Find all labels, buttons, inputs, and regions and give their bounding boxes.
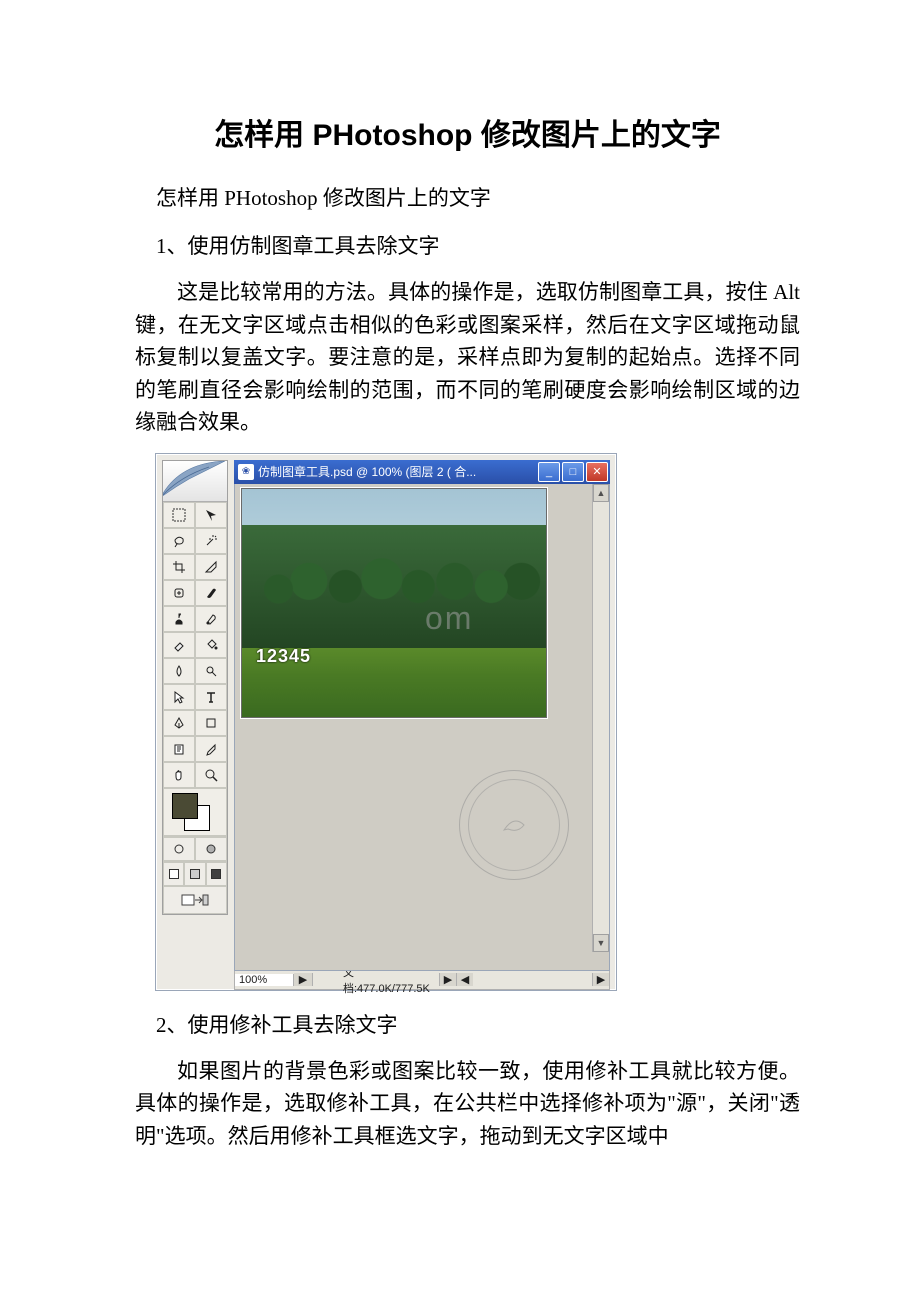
- scroll-end-button[interactable]: ▶: [592, 973, 609, 986]
- screen-mode-row: [163, 861, 227, 886]
- blur-tool-icon[interactable]: [163, 658, 195, 684]
- tool-grid: [163, 502, 227, 788]
- minimize-button[interactable]: _: [538, 462, 560, 482]
- window-controls: _ □ ✕: [538, 462, 608, 482]
- section-1-paragraph: 这是比较常用的方法。具体的操作是，选取仿制图章工具，按住 Alt 键，在无文字区…: [135, 276, 800, 439]
- photoshop-document: ❀ 仿制图章工具.psd @ 100% (图层 2 ( 合... _ □ ✕: [234, 460, 610, 990]
- close-button[interactable]: ✕: [586, 462, 608, 482]
- wand-tool-icon[interactable]: [195, 528, 227, 554]
- watermark-stamp: [459, 770, 569, 880]
- pen-tool-icon[interactable]: [163, 710, 195, 736]
- healing-brush-tool-icon[interactable]: [163, 580, 195, 606]
- screen-mode-1-icon[interactable]: [163, 862, 184, 886]
- status-bar: 100% ▶ 文档:477.0K/777.5K ▶ ◀ ▶: [234, 971, 610, 990]
- document-title: 仿制图章工具.psd @ 100% (图层 2 ( 合...: [258, 463, 538, 480]
- zoom-menu-button[interactable]: ▶: [294, 973, 313, 986]
- scroll-left-button[interactable]: ◀: [456, 973, 473, 986]
- toolbox-header: [163, 461, 227, 502]
- move-tool-icon[interactable]: [195, 502, 227, 528]
- foreground-swatch[interactable]: [172, 793, 198, 819]
- standard-mode-icon[interactable]: [163, 837, 195, 861]
- quick-mask-icon[interactable]: [195, 837, 227, 861]
- history-brush-tool-icon[interactable]: [195, 606, 227, 632]
- zoom-tool-icon[interactable]: [195, 762, 227, 788]
- crop-tool-icon[interactable]: [163, 554, 195, 580]
- document-page: 怎样用 PHotoshop 修改图片上的文字 怎样用 PHotoshop 修改图…: [0, 0, 920, 1226]
- brush-tool-icon[interactable]: [195, 580, 227, 606]
- scroll-down-button[interactable]: ▼: [593, 934, 609, 952]
- jump-to-imageready-icon[interactable]: [163, 886, 227, 914]
- canvas-trees: [242, 525, 546, 653]
- figure-photoshop: ❀ 仿制图章工具.psd @ 100% (图层 2 ( 合... _ □ ✕: [155, 453, 800, 991]
- page-title: 怎样用 PHotoshop 修改图片上的文字: [135, 110, 800, 154]
- canvas-area: 12345 om ▲ ▼: [234, 484, 610, 971]
- lasso-tool-icon[interactable]: [163, 528, 195, 554]
- canvas-sample-text: 12345: [256, 646, 311, 667]
- screen-mode-2-icon[interactable]: [184, 862, 205, 886]
- color-swatches[interactable]: [163, 788, 227, 836]
- bucket-tool-icon[interactable]: [195, 632, 227, 658]
- shape-tool-icon[interactable]: [195, 710, 227, 736]
- canvas[interactable]: 12345: [241, 488, 547, 718]
- section-2-heading: 2、使用修补工具去除文字: [135, 1009, 800, 1039]
- document-icon: ❀: [238, 464, 254, 480]
- quick-mask-row: [163, 836, 227, 861]
- section-2-paragraph: 如果图片的背景色彩或图案比较一致，使用修补工具就比较方便。具体的操作是，选取修补…: [135, 1055, 800, 1153]
- section-1-heading: 1、使用仿制图章工具去除文字: [135, 230, 800, 260]
- eyedropper-tool-icon[interactable]: [195, 736, 227, 762]
- photoshop-window: ❀ 仿制图章工具.psd @ 100% (图层 2 ( 合... _ □ ✕: [155, 453, 617, 991]
- feather-icon: [163, 461, 227, 501]
- path-select-tool-icon[interactable]: [163, 684, 195, 710]
- maximize-button[interactable]: □: [562, 462, 584, 482]
- dodge-tool-icon[interactable]: [195, 658, 227, 684]
- eraser-tool-icon[interactable]: [163, 632, 195, 658]
- document-titlebar: ❀ 仿制图章工具.psd @ 100% (图层 2 ( 合... _ □ ✕: [234, 460, 610, 484]
- scroll-right-button[interactable]: ▶: [439, 973, 456, 986]
- clone-stamp-tool-icon[interactable]: [163, 606, 195, 632]
- marquee-tool-icon[interactable]: [163, 502, 195, 528]
- slice-tool-icon[interactable]: [195, 554, 227, 580]
- text-tool-icon[interactable]: [195, 684, 227, 710]
- zoom-level[interactable]: 100%: [235, 974, 294, 986]
- notes-tool-icon[interactable]: [163, 736, 195, 762]
- screen-mode-3-icon[interactable]: [206, 862, 227, 886]
- photoshop-toolbox: [162, 460, 228, 915]
- hand-tool-icon[interactable]: [163, 762, 195, 788]
- subtitle-text: 怎样用 PHotoshop 修改图片上的文字: [135, 182, 800, 212]
- vertical-scrollbar[interactable]: ▲ ▼: [592, 484, 609, 952]
- scroll-up-button[interactable]: ▲: [593, 484, 609, 502]
